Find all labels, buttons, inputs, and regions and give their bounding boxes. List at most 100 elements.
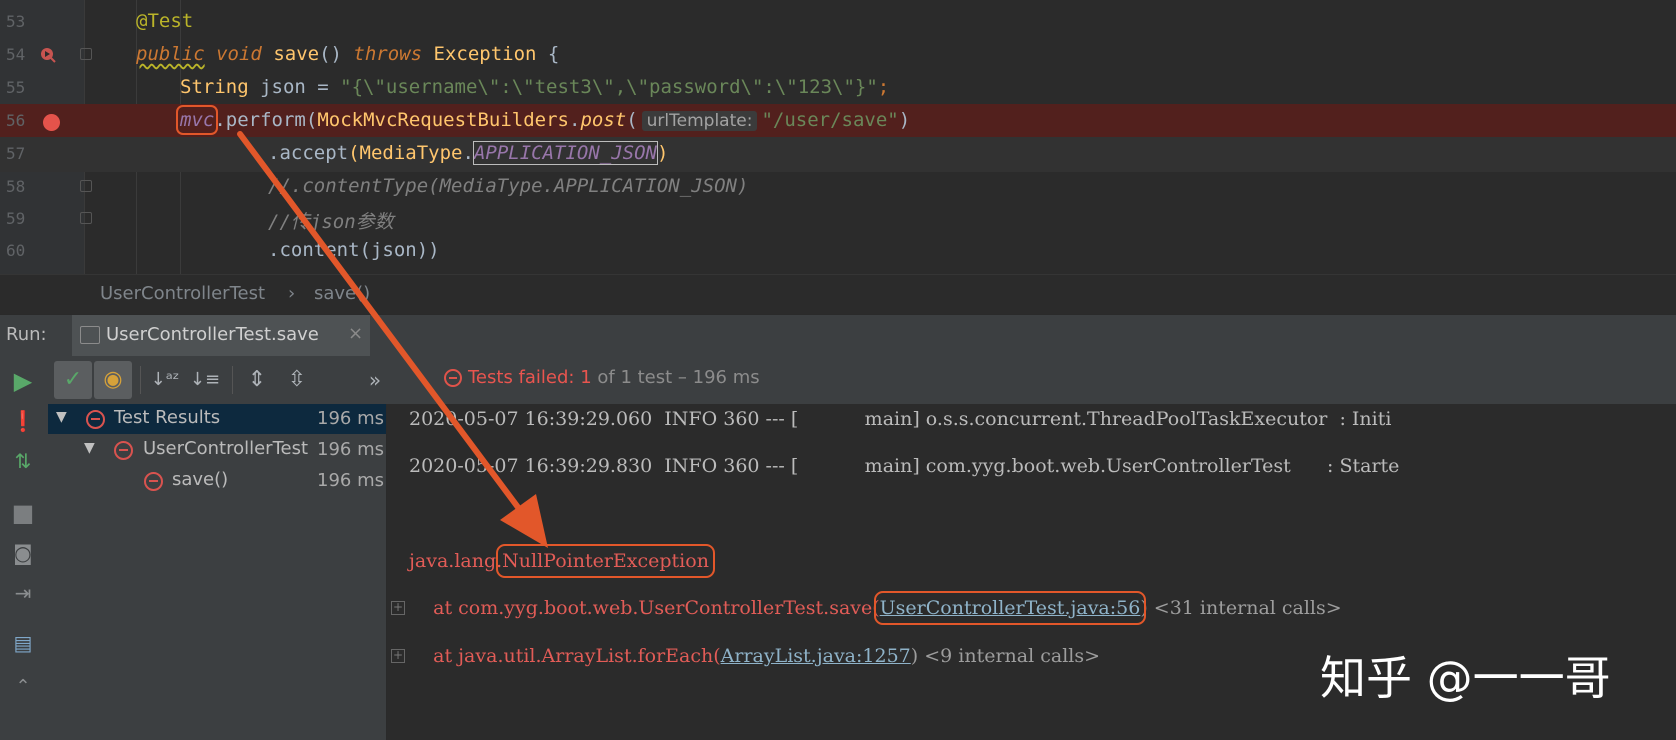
sort-by-duration-icon[interactable]: ↓≡ [186, 361, 224, 399]
toolbar-separator [232, 366, 233, 394]
semicolon: ; [877, 76, 890, 98]
failed-icon [114, 441, 133, 460]
run-label: Run: [6, 324, 47, 345]
paren: ( [305, 109, 318, 131]
source-link[interactable]: ArrayList.java:1257 [721, 645, 911, 667]
more-icon[interactable]: » [356, 361, 394, 399]
expand-all-icon[interactable]: ⇕ [238, 361, 276, 399]
internal-calls[interactable]: ) <31 internal calls> [1140, 597, 1341, 619]
stack-frame: at java.util.ArrayList.forEach(ArrayList… [409, 645, 1100, 667]
fold-marker[interactable] [80, 180, 92, 192]
annotation: @Test [136, 10, 194, 32]
tree-item-test-results[interactable]: ▼ Test Results 196 ms [48, 404, 386, 434]
line-number: 53 [6, 12, 26, 31]
breadcrumb-method[interactable]: save() [314, 283, 370, 304]
class-name: MockMvcRequestBuilders [317, 109, 569, 131]
line-number: 60 [6, 241, 26, 260]
expand-arrow-icon[interactable]: ▼ [84, 440, 95, 456]
failed-icon [86, 410, 105, 429]
method-name: perform [225, 109, 306, 131]
parameter-hint: urlTemplate: [641, 111, 758, 131]
camera-icon[interactable]: ◙ [10, 540, 36, 566]
status-prefix: Tests failed: [468, 367, 581, 388]
layout-icon[interactable]: ▤ [10, 630, 36, 656]
brace: { [547, 43, 560, 65]
string-literal: "/user/save" [761, 109, 899, 131]
breadcrumb-separator: › [288, 283, 296, 304]
tree-item-time: 196 ms [317, 439, 384, 460]
constant-field: APPLICATION_JSON [472, 141, 658, 165]
show-passed-icon[interactable]: ✓ [54, 361, 92, 399]
stack-frame-text: at java.util.ArrayList.forEach( [409, 645, 721, 667]
paren: ) [898, 109, 911, 131]
run-tab-title: UserControllerTest.save [106, 324, 319, 345]
paren: ( [626, 109, 638, 131]
collapse-all-icon[interactable]: ⇳ [278, 361, 316, 399]
source-link[interactable]: UserControllerTest.java:56 [873, 591, 1147, 625]
code-line-53[interactable]: 53 @Test [0, 5, 1676, 40]
expand-arrow-icon[interactable]: ▼ [56, 409, 67, 425]
close-tab-icon[interactable]: × [348, 323, 363, 344]
expand-calls-icon[interactable]: + [391, 649, 405, 663]
paren: ) [656, 142, 669, 164]
code-line-60[interactable]: 60 .content(json)) [0, 234, 1676, 269]
fold-marker[interactable] [80, 212, 92, 224]
tree-item-label: UserControllerTest [143, 438, 309, 459]
exception-line: java.lang.NullPointerException [409, 544, 715, 578]
dot: . [268, 239, 280, 261]
toolbar-separator [140, 366, 141, 394]
run-config-icon [80, 326, 100, 344]
code-text: (json)) [359, 239, 440, 261]
code-line-56[interactable]: 56 mvc.perform(MockMvcRequestBuilders.po… [0, 104, 1676, 139]
fold-marker[interactable] [80, 48, 92, 60]
paren: ( [348, 142, 360, 164]
run-tab[interactable]: UserControllerTest.save × [72, 315, 370, 356]
rerun-icon[interactable]: ▶ [10, 368, 36, 394]
code-line-59[interactable]: 59 //传json参数 [0, 202, 1676, 237]
run-left-toolbar: ▶ ❗ ⇅ ■ ◙ ⇥ ▤ ⌃ [0, 356, 49, 740]
exception-package: java.lang. [409, 550, 503, 572]
status-time: – 196 ms [672, 367, 760, 388]
rerun-failed-icon[interactable]: ❗ [10, 408, 36, 434]
tree-item-time: 196 ms [317, 408, 384, 429]
test-results-tree: ▼ Test Results 196 ms ▼ UserControllerTe… [48, 404, 387, 740]
line-number: 55 [6, 78, 26, 97]
console-log-line: 2020-05-07 16:39:29.060 INFO 360 --- [ m… [409, 408, 1392, 430]
breakpoint-icon[interactable] [43, 114, 60, 131]
code-line-54[interactable]: 54 public void save() throws Exception { [0, 38, 1676, 73]
code-line-58[interactable]: 58 //.contentType(MediaType.APPLICATION_… [0, 170, 1676, 205]
code-editor[interactable]: 53 @Test 54 public void save() throws Ex… [0, 0, 1676, 290]
expand-calls-icon[interactable]: + [391, 601, 405, 615]
mvc-variable: mvc [175, 105, 219, 135]
parens: () [319, 43, 342, 65]
show-ignored-icon[interactable]: ◉ [94, 361, 132, 399]
method-name: post [580, 109, 627, 131]
status-suffix: of 1 test [591, 367, 673, 388]
sort-alphabetically-icon[interactable]: ↓ᵃᶻ [146, 361, 184, 399]
exit-icon[interactable]: ⇥ [10, 580, 36, 606]
stop-icon[interactable]: ■ [10, 500, 36, 526]
tree-item-time: 196 ms [317, 470, 384, 491]
tree-item-usercontrollertest[interactable]: ▼ UserControllerTest 196 ms [48, 435, 386, 465]
watermark: 知乎 @一一哥 [1320, 651, 1611, 705]
code-line-57[interactable]: 57 .accept(MediaType.APPLICATION_JSON) [0, 137, 1676, 172]
method-name: save [273, 43, 320, 65]
toggle-auto-test-icon[interactable]: ⇅ [10, 448, 36, 474]
run-test-gutter-icon[interactable] [38, 45, 58, 65]
code-line-55[interactable]: 55 String json = "{\"username\":\"test3\… [0, 71, 1676, 106]
string-literal: "{\"username\":\"test3\",\"password\":\"… [340, 76, 878, 98]
keyword: void [216, 43, 262, 65]
comment: //传json参数 [268, 211, 394, 233]
pin-icon[interactable]: ⌃ [10, 674, 36, 700]
method-name: accept [279, 142, 349, 164]
tree-item-save[interactable]: save() 196 ms [48, 466, 386, 496]
dot: . [214, 109, 226, 131]
dot: . [462, 142, 474, 164]
method-name: content [279, 239, 360, 261]
dot: . [268, 142, 280, 164]
line-number: 59 [6, 209, 26, 228]
tree-item-label: save() [172, 469, 229, 490]
breadcrumb-class[interactable]: UserControllerTest [100, 283, 265, 304]
line-number: 57 [6, 144, 26, 163]
internal-calls[interactable]: ) <9 internal calls> [911, 645, 1100, 667]
